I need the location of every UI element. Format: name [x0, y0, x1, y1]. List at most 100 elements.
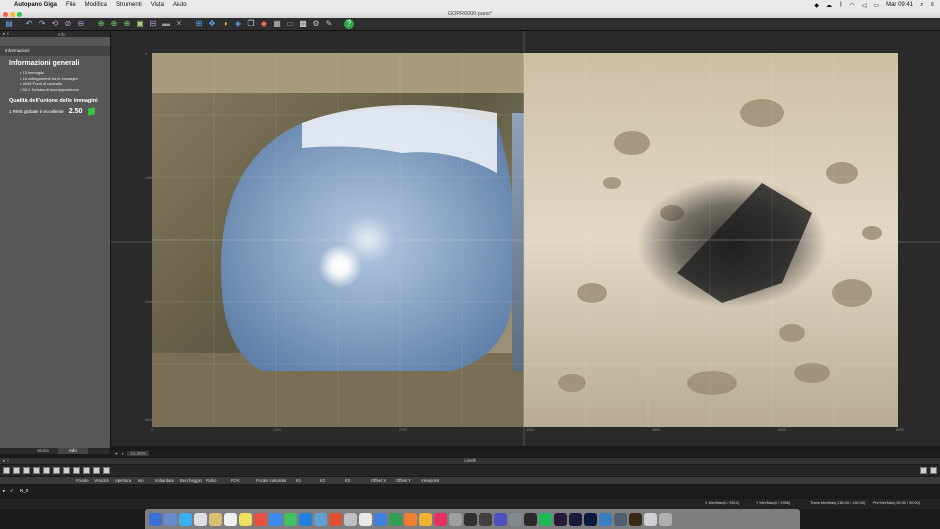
activity-icon[interactable]: [449, 512, 462, 526]
camera-raw-icon[interactable]: [614, 512, 627, 526]
col-rollio[interactable]: Rollio: [206, 477, 216, 484]
tilt-icon[interactable]: ⊕: [122, 19, 132, 29]
move-icon[interactable]: ⊕: [96, 19, 106, 29]
dropbox-app-icon[interactable]: [299, 512, 312, 526]
layer-row[interactable]: ▸ ✓ N_0: [0, 486, 940, 495]
appstore-icon[interactable]: [269, 512, 282, 526]
save-icon[interactable]: ▤: [4, 19, 14, 29]
color-icon[interactable]: ◑: [220, 19, 230, 29]
col-velocita[interactable]: Velocità: [94, 477, 109, 484]
keynote-icon[interactable]: [374, 512, 387, 526]
redo-icon[interactable]: ↷: [37, 19, 47, 29]
layer-view-list-icon[interactable]: [920, 467, 927, 474]
wifi-icon[interactable]: ◠: [850, 2, 855, 9]
spotify-icon[interactable]: [539, 512, 552, 526]
layer-settings-icon[interactable]: [103, 467, 110, 474]
numbers-icon[interactable]: [389, 512, 402, 526]
undo-icon[interactable]: ↶: [24, 19, 34, 29]
layer-merge-icon[interactable]: [43, 467, 50, 474]
clapper-icon[interactable]: [479, 512, 492, 526]
preview-icon[interactable]: ▭: [285, 19, 295, 29]
giga-icon[interactable]: [509, 512, 522, 526]
layer-add-icon[interactable]: [3, 467, 10, 474]
col-k1[interactable]: K1: [296, 477, 301, 484]
contacts-icon[interactable]: [209, 512, 222, 526]
settings-gear-icon[interactable]: ⚙: [311, 19, 321, 29]
panel-close-icon[interactable]: ▸ ×: [3, 31, 9, 37]
dropbox-icon[interactable]: ◆: [814, 2, 819, 9]
pan-icon[interactable]: ⊕: [109, 19, 119, 29]
bluetooth-icon[interactable]: ᛒ: [839, 2, 843, 8]
illustrator-icon[interactable]: [629, 512, 642, 526]
layers-panel-close-icon[interactable]: ▸ ×: [3, 458, 9, 464]
after-effects-icon[interactable]: [569, 512, 582, 526]
rotate-icon[interactable]: ⟲: [50, 19, 60, 29]
layer-up-icon[interactable]: [63, 467, 70, 474]
menubar-clock[interactable]: Mar 09:41: [886, 2, 913, 8]
volume-icon[interactable]: ◁: [862, 2, 867, 9]
layer-view-grid-icon[interactable]: [930, 467, 937, 474]
col-apertura[interactable]: Apertura: [115, 477, 131, 484]
zoom-level[interactable]: 24.39%: [127, 451, 149, 456]
col-imbardata[interactable]: Imbardata: [155, 477, 174, 484]
kolor-icon[interactable]: [524, 512, 537, 526]
preview-app-icon[interactable]: [314, 512, 327, 526]
col-offset-y[interactable]: Offset Y: [396, 477, 411, 484]
preferences-icon[interactable]: [344, 512, 357, 526]
menu-app-name[interactable]: Autopano Giga: [14, 2, 57, 8]
image-list-icon[interactable]: ▦: [272, 19, 282, 29]
layer-link-icon[interactable]: [33, 467, 40, 474]
photoshop-icon[interactable]: [584, 512, 597, 526]
menu-modifica[interactable]: Modifica: [85, 2, 107, 8]
battery-icon[interactable]: ▭: [873, 2, 879, 9]
center-view-icon[interactable]: ✥: [207, 19, 217, 29]
panorama-image[interactable]: [152, 53, 898, 427]
menu-aiuto[interactable]: Aiuto: [173, 2, 187, 8]
itunes-icon[interactable]: [434, 512, 447, 526]
fit-view-icon[interactable]: ⊞: [194, 19, 204, 29]
menu-file[interactable]: File: [66, 2, 76, 8]
layer-down-icon[interactable]: [73, 467, 80, 474]
help-icon[interactable]: ?: [344, 19, 354, 29]
zoom-icon[interactable]: ◐: [122, 451, 125, 456]
col-focale[interactable]: Focale: [76, 477, 89, 484]
projection-icon[interactable]: ◈: [233, 19, 243, 29]
textedit-icon[interactable]: [359, 512, 372, 526]
layer-duplicate-icon[interactable]: [53, 467, 60, 474]
col-fov[interactable]: FOV: [231, 477, 240, 484]
search-icon[interactable]: ⌕: [920, 2, 923, 9]
col-viewpoint[interactable]: Viewpoint: [421, 477, 439, 484]
bridge-icon[interactable]: [599, 512, 612, 526]
menu-strumenti[interactable]: Strumenti: [116, 2, 142, 8]
launchpad-icon[interactable]: [164, 512, 177, 526]
tools-wrench-icon[interactable]: ✎: [324, 19, 334, 29]
control-points-icon[interactable]: ◆: [259, 19, 269, 29]
pages-icon[interactable]: [404, 512, 417, 526]
calendar-icon[interactable]: [224, 512, 237, 526]
notification-center-icon[interactable]: ≡: [930, 2, 934, 8]
col-k2[interactable]: K2: [320, 477, 325, 484]
gradient-icon[interactable]: ▬: [161, 19, 171, 29]
layer-remove-icon[interactable]: [13, 467, 20, 474]
notes-icon[interactable]: [239, 512, 252, 526]
layer-lock-icon[interactable]: [93, 467, 100, 474]
tab-info[interactable]: Info: [58, 448, 88, 454]
col-beccheggio[interactable]: Beccheggio: [180, 477, 202, 484]
cloud-icon[interactable]: ☁: [826, 2, 832, 9]
finder-icon[interactable]: [149, 512, 162, 526]
chrome-icon[interactable]: [254, 512, 267, 526]
crop-icon[interactable]: ▣: [135, 19, 145, 29]
grid-icon[interactable]: ✕: [174, 19, 184, 29]
col-iso[interactable]: Iso: [138, 477, 144, 484]
autopano-icon[interactable]: [494, 512, 507, 526]
straighten-icon[interactable]: ⊘: [63, 19, 73, 29]
tab-storia[interactable]: Storia: [28, 448, 58, 454]
downloads-icon[interactable]: [644, 512, 657, 526]
trash-icon[interactable]: [659, 512, 672, 526]
layer-check-icon[interactable]: ✓: [10, 488, 14, 494]
layer-group-icon[interactable]: [23, 467, 30, 474]
premiere-icon[interactable]: [554, 512, 567, 526]
terminal-icon[interactable]: [464, 512, 477, 526]
col-k3[interactable]: K3: [345, 477, 350, 484]
layer-expand-icon[interactable]: ▸: [3, 488, 5, 494]
